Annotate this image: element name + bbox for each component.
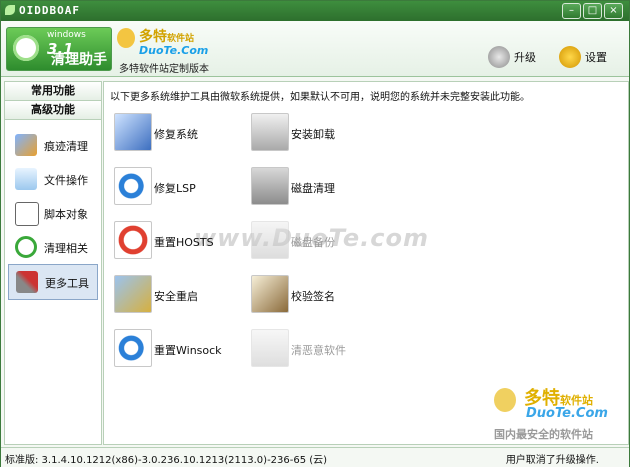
sidebar-item-cleanup-related[interactable]: 清理相关 bbox=[8, 230, 98, 264]
sidebar-item-label: 更多工具 bbox=[45, 277, 89, 290]
sidebar-item-label: 文件操作 bbox=[44, 174, 88, 187]
tab-common-functions[interactable]: 常用功能 bbox=[5, 82, 101, 101]
windows-repair-icon bbox=[114, 113, 152, 151]
version-info: 标准版: 3.1.4.10.1212(x86)-3.0.236.10.1213(… bbox=[5, 455, 328, 466]
partner-logo: 多特软件站 DuoTe.Com 多特软件站定制版本 bbox=[117, 26, 237, 75]
upgrade-icon bbox=[488, 46, 510, 68]
tool-label: 清恶意软件 bbox=[291, 344, 346, 357]
refresh-icon bbox=[15, 236, 37, 258]
tool-malware-removal[interactable]: 清恶意软件 bbox=[251, 329, 421, 369]
partner-url: DuoTe.Com bbox=[139, 44, 209, 57]
sidebar-item-label: 痕迹清理 bbox=[44, 140, 88, 153]
app-window: OIDDBOAF – □ × windows 3.1 清理助手 多特软件站 Du… bbox=[0, 0, 630, 467]
install-uninstall-icon bbox=[251, 113, 289, 151]
status-bar: 标准版: 3.1.4.10.1212(x86)-3.0.236.10.1213(… bbox=[1, 447, 629, 467]
window-controls: – □ × bbox=[562, 3, 623, 19]
corner-logo-url: DuoTe.Com bbox=[526, 406, 608, 421]
settings-button[interactable]: 设置 bbox=[559, 43, 607, 71]
mascot-icon bbox=[494, 388, 516, 412]
hosts-reset-icon bbox=[114, 221, 152, 259]
upgrade-label: 升级 bbox=[514, 51, 536, 64]
intro-text: 以下更多系统维护工具由微软系统提供，如果默认不可用，说明您的系统并未完整安装此功… bbox=[110, 92, 530, 103]
header: windows 3.1 清理助手 多特软件站 DuoTe.Com 多特软件站定制… bbox=[1, 21, 629, 77]
flower-logo-icon bbox=[13, 35, 39, 61]
window-title: OIDDBOAF bbox=[19, 4, 80, 17]
tool-install-uninstall[interactable]: 安装卸载 bbox=[251, 113, 421, 153]
settings-label: 设置 bbox=[585, 51, 607, 64]
tool-label: 磁盘清理 bbox=[291, 182, 335, 195]
close-button[interactable]: × bbox=[604, 3, 623, 19]
partner-caption: 多特软件站定制版本 bbox=[119, 64, 209, 75]
title-bar: OIDDBOAF – □ × bbox=[1, 1, 629, 21]
folder-icon bbox=[15, 168, 37, 190]
sidebar-item-label: 清理相关 bbox=[44, 242, 88, 255]
tool-disk-backup[interactable]: 磁盘备份 bbox=[251, 221, 421, 261]
logo-name: 清理助手 bbox=[51, 52, 107, 68]
tool-label: 安装卸载 bbox=[291, 128, 335, 141]
tool-label: 校验签名 bbox=[291, 290, 335, 303]
sidebar: 常用功能 高级功能 痕迹清理 文件操作 脚本对象 清理相关 更多工具 bbox=[4, 81, 102, 445]
minimize-button[interactable]: – bbox=[562, 3, 581, 19]
app-logo: windows 3.1 清理助手 bbox=[6, 27, 112, 71]
tool-label: 磁盘备份 bbox=[291, 236, 335, 249]
main-panel: 以下更多系统维护工具由微软系统提供，如果默认不可用，说明您的系统并未完整安装此功… bbox=[103, 81, 629, 445]
sidebar-item-label: 脚本对象 bbox=[44, 208, 88, 221]
tool-label: 重置Winsock bbox=[154, 344, 222, 357]
mascot-icon bbox=[117, 28, 135, 48]
ie-repair-icon bbox=[114, 167, 152, 205]
tab-advanced-functions[interactable]: 高级功能 bbox=[5, 101, 101, 120]
sidebar-item-more-tools[interactable]: 更多工具 bbox=[8, 264, 98, 300]
sidebar-item-trace-cleanup[interactable]: 痕迹清理 bbox=[8, 128, 98, 162]
corner-logo-slogan: 国内最安全的软件站 bbox=[494, 428, 593, 441]
script-icon bbox=[15, 202, 39, 226]
malware-icon bbox=[251, 329, 289, 367]
sidebar-item-script-objects[interactable]: 脚本对象 bbox=[8, 196, 98, 230]
status-message: 用户取消了升级操作. bbox=[505, 455, 599, 466]
upgrade-button[interactable]: 升级 bbox=[488, 43, 536, 71]
tool-label: 修复系统 bbox=[154, 128, 198, 141]
tool-label: 修复LSP bbox=[154, 182, 196, 195]
safe-restart-icon bbox=[114, 275, 152, 313]
gear-icon bbox=[559, 46, 581, 68]
sidebar-item-file-ops[interactable]: 文件操作 bbox=[8, 162, 98, 196]
signature-icon bbox=[251, 275, 289, 313]
tool-label: 安全重启 bbox=[154, 290, 198, 303]
app-leaf-icon bbox=[5, 5, 15, 15]
duote-corner-logo: 多特软件站 DuoTe.Com 国内最安全的软件站 bbox=[494, 384, 622, 442]
disk-cleanup-icon bbox=[251, 167, 289, 205]
partner-name: 多特软件站 bbox=[139, 29, 195, 45]
tool-label: 重置HOSTS bbox=[154, 236, 214, 249]
tool-disk-cleanup[interactable]: 磁盘清理 bbox=[251, 167, 421, 207]
tool-verify-signature[interactable]: 校验签名 bbox=[251, 275, 421, 315]
maximize-button[interactable]: □ bbox=[583, 3, 602, 19]
broom-icon bbox=[15, 134, 37, 156]
disk-backup-icon bbox=[251, 221, 289, 259]
winsock-reset-icon bbox=[114, 329, 152, 367]
tools-icon bbox=[16, 271, 38, 293]
